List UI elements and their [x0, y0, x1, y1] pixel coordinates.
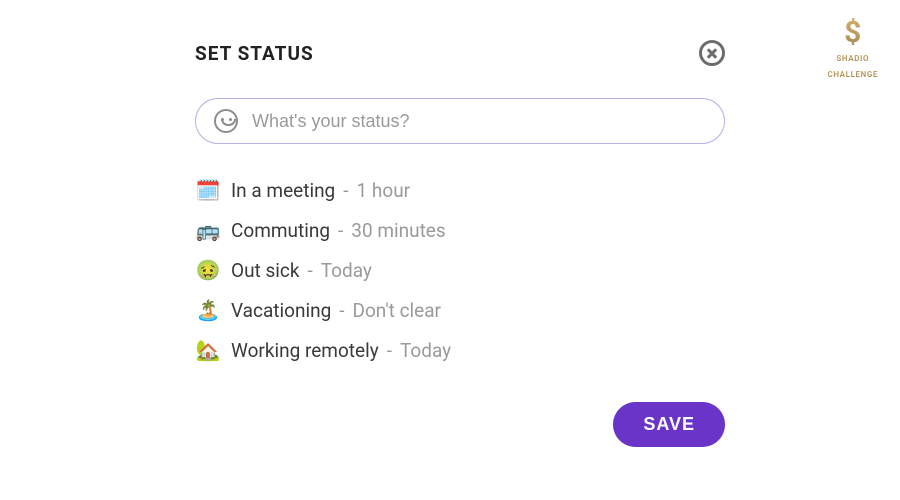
status-duration: Today	[321, 259, 372, 282]
brand-logo: $ SHADIO CHALLENGE	[828, 18, 878, 80]
calendar-icon: 🗓️	[195, 178, 221, 202]
status-label: Working remotely	[231, 339, 379, 362]
status-duration: Don't clear	[353, 299, 442, 322]
status-label: Vacationing	[231, 299, 331, 322]
modal-title: SET STATUS	[195, 42, 314, 65]
brand-logo-line2: CHALLENGE	[828, 70, 878, 79]
status-label: Out sick	[231, 259, 299, 282]
close-icon[interactable]	[699, 40, 725, 66]
save-button[interactable]: SAVE	[613, 402, 725, 447]
status-label: In a meeting	[231, 179, 335, 202]
status-preset-meeting[interactable]: 🗓️ In a meeting - 1 hour	[195, 178, 725, 202]
status-preset-sick[interactable]: 🤢 Out sick - Today	[195, 258, 725, 282]
status-preset-vacation[interactable]: 🏝️ Vacationing - Don't clear	[195, 298, 725, 322]
status-input-container[interactable]	[195, 98, 725, 144]
smile-icon[interactable]	[214, 109, 238, 133]
set-status-modal: SET STATUS 🗓️ In a meeting - 1 hour 🚌 Co…	[195, 40, 725, 447]
status-preset-list: 🗓️ In a meeting - 1 hour 🚌 Commuting - 3…	[195, 178, 725, 362]
bus-icon: 🚌	[195, 218, 221, 242]
modal-footer: SAVE	[195, 402, 725, 447]
status-duration: 30 minutes	[351, 219, 445, 242]
brand-logo-symbol: $	[828, 18, 878, 48]
house-icon: 🏡	[195, 338, 221, 362]
sick-face-icon: 🤢	[195, 258, 221, 282]
status-input[interactable]	[252, 111, 706, 132]
status-preset-remote[interactable]: 🏡 Working remotely - Today	[195, 338, 725, 362]
status-duration: 1 hour	[357, 179, 411, 202]
island-icon: 🏝️	[195, 298, 221, 322]
status-label: Commuting	[231, 219, 330, 242]
status-preset-commuting[interactable]: 🚌 Commuting - 30 minutes	[195, 218, 725, 242]
modal-header: SET STATUS	[195, 40, 725, 66]
brand-logo-line1: SHADIO	[836, 54, 869, 63]
status-duration: Today	[400, 339, 451, 362]
